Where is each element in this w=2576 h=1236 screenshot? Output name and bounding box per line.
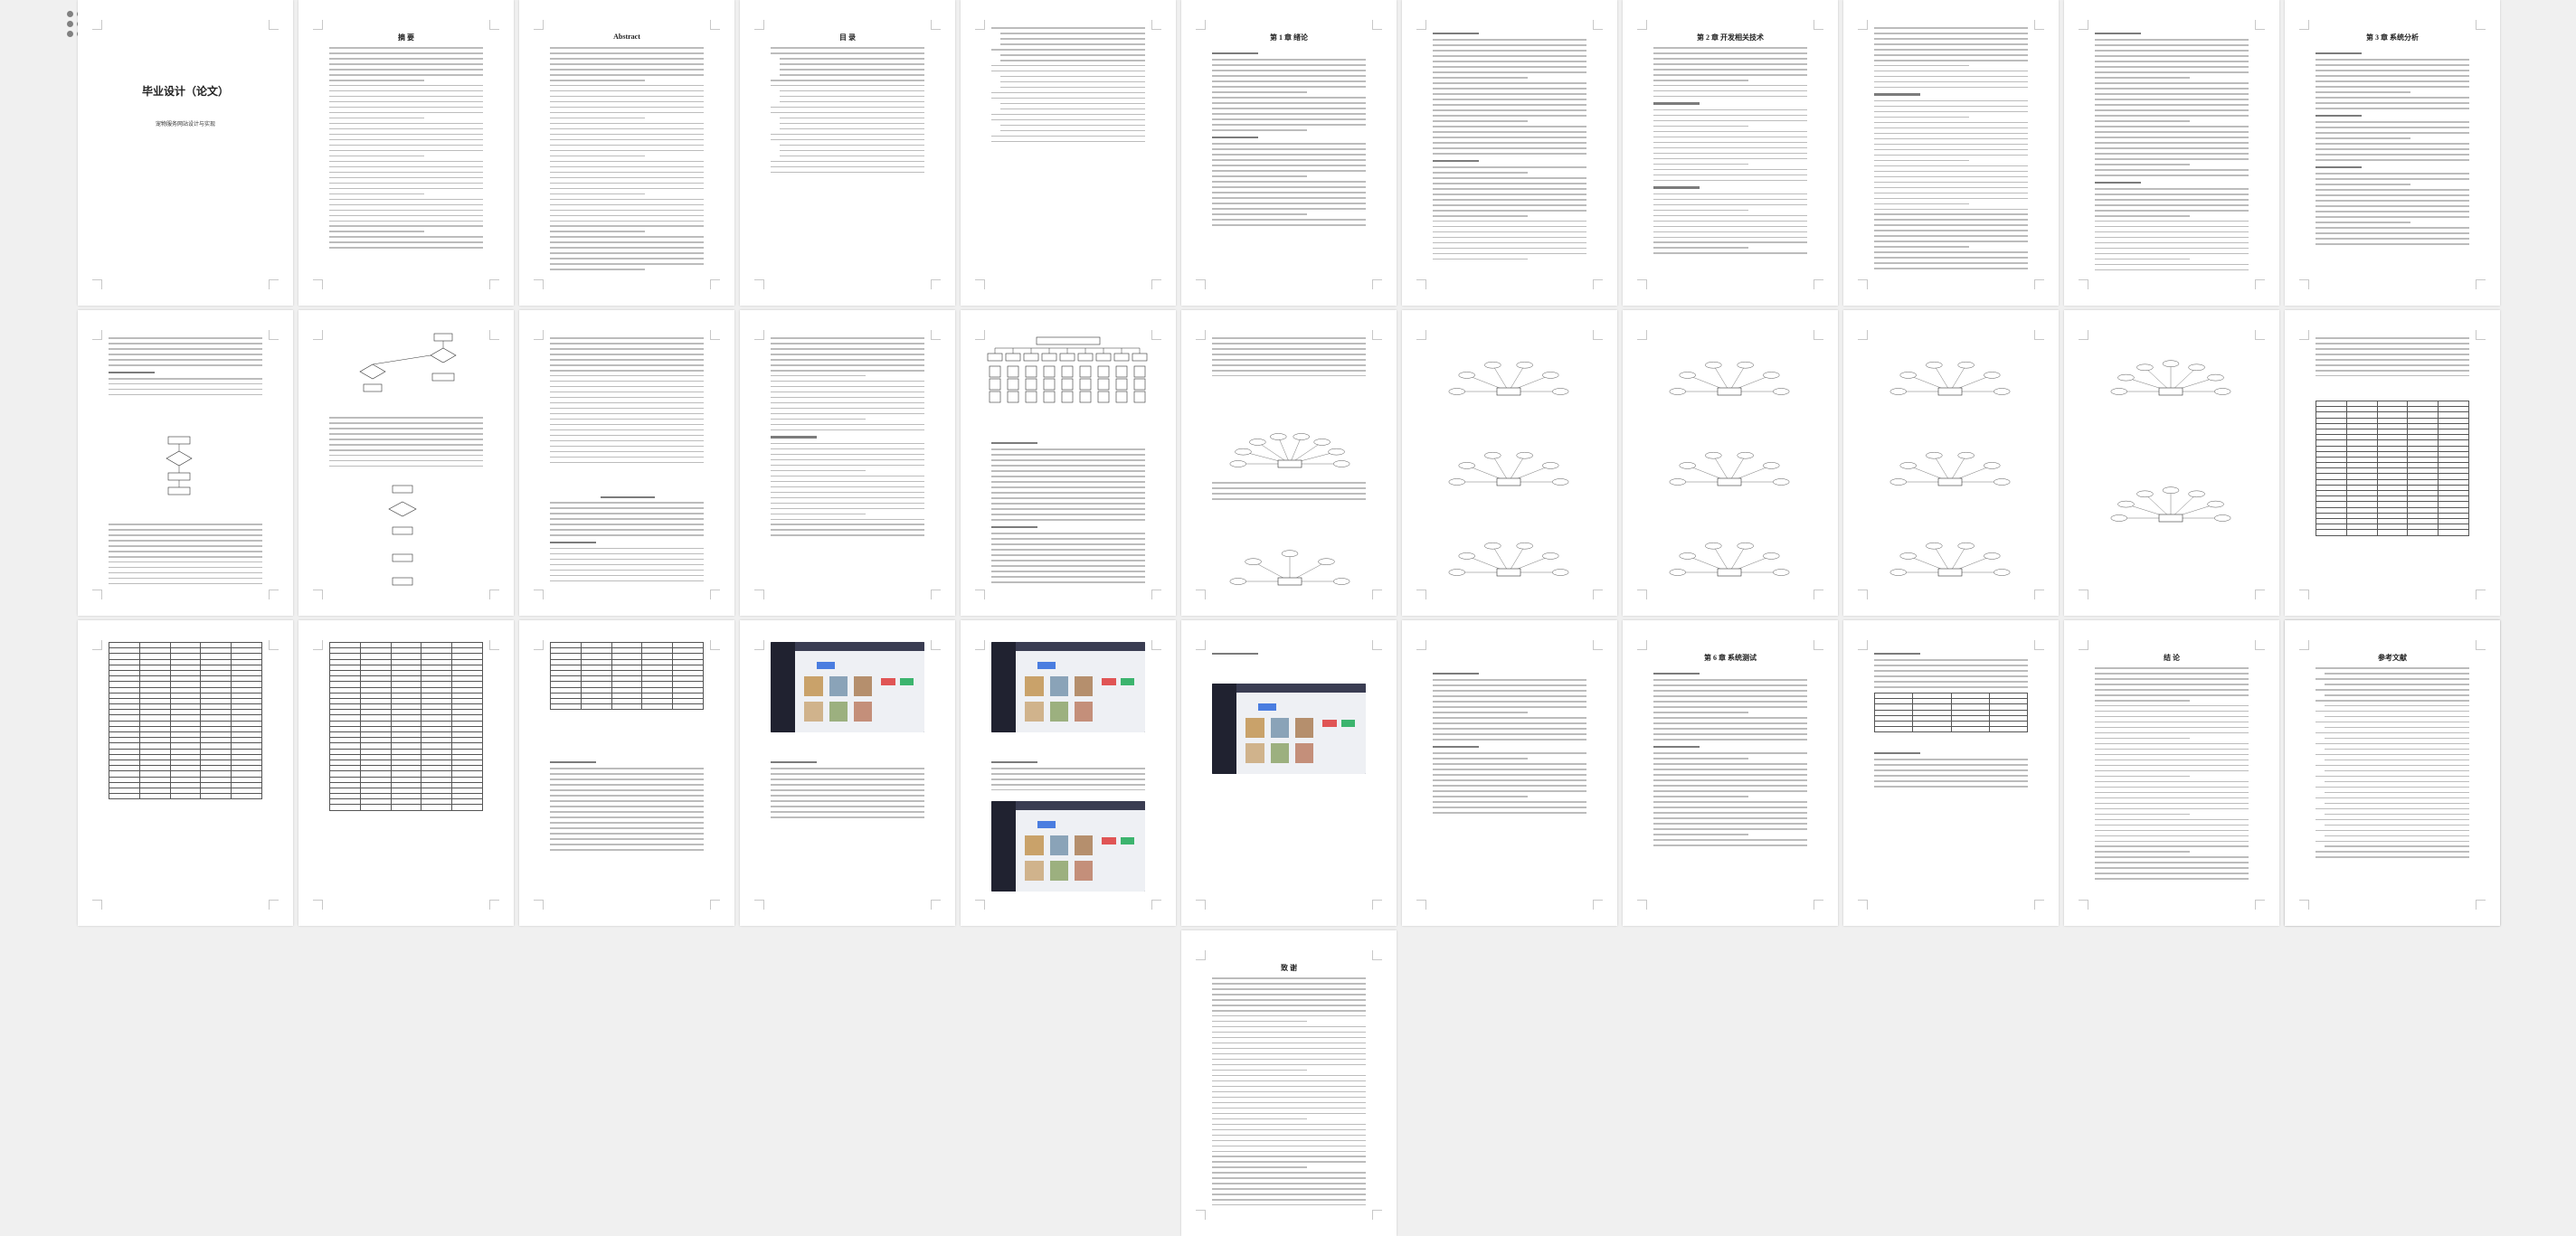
page-thumbnail-8[interactable]: 第 2 章 开发相关技术 [1623, 0, 1838, 306]
page-heading: 目 录 [839, 33, 856, 42]
page-thumbnail-35[interactable]: 致 谢 [1181, 930, 1397, 1236]
page-thumbnail-9[interactable] [1843, 0, 2059, 306]
page-thumbnail-2[interactable]: 摘 要 [298, 0, 514, 306]
page-thumbnail-18[interactable] [1402, 310, 1617, 616]
page-thumbnail-31[interactable] [1843, 620, 2059, 926]
page-heading: 致 谢 [1281, 964, 1297, 972]
page-thumbnail-24[interactable] [298, 620, 514, 926]
cover-title: 毕业设计（论文） [141, 85, 229, 98]
page-thumbnail-10[interactable] [2064, 0, 2279, 306]
page-thumbnail-26[interactable] [740, 620, 955, 926]
page-heading: 第 2 章 开发相关技术 [1697, 33, 1764, 42]
page-thumbnail-17[interactable] [1181, 310, 1397, 616]
page-heading: Abstract [613, 33, 640, 41]
page-thumbnail-3[interactable]: Abstract [519, 0, 734, 306]
page-thumbnail-29[interactable] [1402, 620, 1617, 926]
page-heading: 第 1 章 绪论 [1270, 33, 1308, 42]
page-thumbnail-14[interactable] [519, 310, 734, 616]
page-thumbnail-19[interactable] [1623, 310, 1838, 616]
page-heading: 结 论 [2164, 654, 2180, 662]
page-thumbnail-1[interactable]: 毕业设计（论文） 宠物服务网站设计与实现 [78, 0, 293, 306]
page-thumbnail-22[interactable] [2285, 310, 2500, 616]
page-thumbnail-6[interactable]: 第 1 章 绪论 [1181, 0, 1397, 306]
page-thumbnail-5[interactable] [961, 0, 1176, 306]
page-heading: 摘 要 [398, 33, 414, 42]
page-thumbnail-7[interactable] [1402, 0, 1617, 306]
page-thumbnail-34[interactable]: 参考文献 [2285, 620, 2500, 926]
page-thumbnail-32[interactable]: 结 论 [2064, 620, 2279, 926]
page-thumbnail-30[interactable]: 第 6 章 系统测试 [1623, 620, 1838, 926]
page-thumbnail-28[interactable] [1181, 620, 1397, 926]
page-thumbnail-15[interactable] [740, 310, 955, 616]
page-thumbnail-11[interactable]: 第 3 章 系统分析 [2285, 0, 2500, 306]
cover-subtitle: 宠物服务网站设计与实现 [155, 122, 215, 127]
page-thumbnail-16[interactable] [961, 310, 1176, 616]
page-heading: 第 3 章 系统分析 [2366, 33, 2419, 42]
page-heading: 第 6 章 系统测试 [1704, 654, 1757, 662]
page-thumbnail-27[interactable] [961, 620, 1176, 926]
page-thumbnail-4[interactable]: 目 录 [740, 0, 955, 306]
page-thumbnail-12[interactable] [78, 310, 293, 616]
page-thumbnail-13[interactable] [298, 310, 514, 616]
page-thumbnail-21[interactable] [2064, 310, 2279, 616]
page-thumbnail-23[interactable] [78, 620, 293, 926]
page-thumbnail-20[interactable] [1843, 310, 2059, 616]
page-heading: 参考文献 [2378, 654, 2407, 662]
page-thumbnail-25[interactable] [519, 620, 734, 926]
